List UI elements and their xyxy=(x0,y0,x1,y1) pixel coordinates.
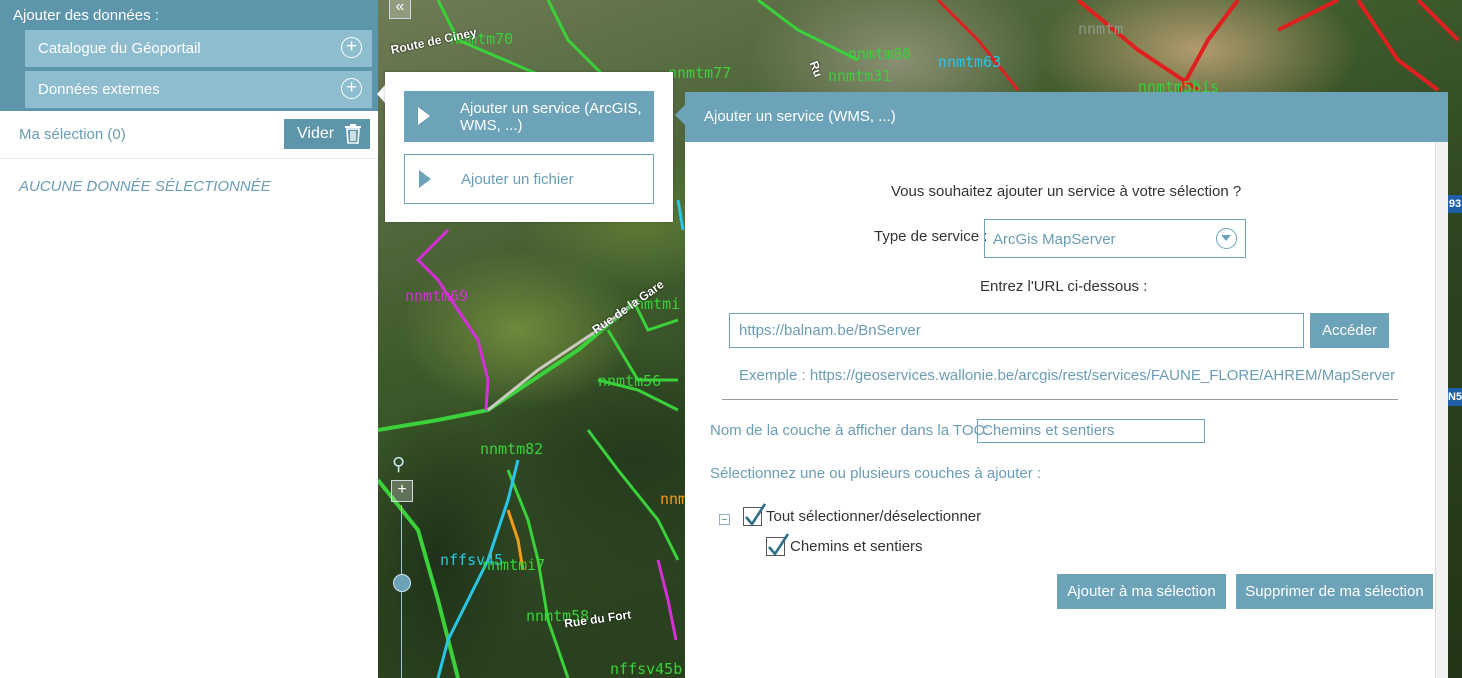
add-file-option[interactable]: Ajouter un fichier xyxy=(404,154,654,204)
url-prompt: Entrez l'URL ci-dessous : xyxy=(980,278,1148,295)
selection-count: Ma sélection (0) xyxy=(19,126,126,143)
trail-label: nnmtmi7 xyxy=(482,556,546,574)
add-data-section: Ajouter des données : Catalogue du Géopo… xyxy=(0,0,378,111)
trail-label: nnmtm56 xyxy=(598,372,662,390)
dialog-title: Ajouter un service (WMS, ...) xyxy=(685,92,1448,142)
plus-circle-icon[interactable]: + xyxy=(341,78,362,99)
road-badge: N5 xyxy=(1448,388,1462,406)
url-input[interactable]: https://balnam.be/BnServer xyxy=(729,313,1304,348)
checkmark-icon xyxy=(745,503,767,527)
trash-icon xyxy=(345,124,361,144)
plus-circle-icon[interactable]: + xyxy=(341,37,362,58)
trail-label: nnmtm80 xyxy=(848,45,912,63)
left-panel: Ajouter des données : Catalogue du Géopo… xyxy=(0,0,378,678)
toc-name-label: Nom de la couche à afficher dans la TOC: xyxy=(710,422,989,439)
add-to-selection-button[interactable]: Ajouter à ma sélection xyxy=(1057,574,1226,609)
toc-name-input[interactable]: Chemins et sentiers xyxy=(977,419,1205,443)
layers-prompt: Sélectionnez une ou plusieurs couches à … xyxy=(710,465,1042,482)
add-data-title: Ajouter des données : xyxy=(13,7,159,24)
trail-label: nnmtm xyxy=(1078,20,1124,38)
layer-label: Chemins et sentiers xyxy=(790,538,923,555)
trail-label: nffsv45b xyxy=(610,660,683,678)
zoom-slider-handle[interactable] xyxy=(393,574,411,592)
zoom-in-button[interactable]: + xyxy=(391,480,413,502)
url-input-value: https://balnam.be/BnServer xyxy=(739,322,921,339)
add-service-dialog: Ajouter un service (WMS, ...) Vous souha… xyxy=(685,92,1448,678)
service-type-value: ArcGis MapServer xyxy=(993,231,1116,248)
select-all-checkbox[interactable] xyxy=(743,503,767,527)
catalog-item-label: Catalogue du Géoportail xyxy=(38,40,201,57)
dialog-question: Vous souhaitez ajouter un service à votr… xyxy=(891,183,1242,200)
divider xyxy=(722,399,1398,400)
go-button[interactable]: Accéder xyxy=(1310,313,1389,348)
external-data-item-label: Données externes xyxy=(38,81,160,98)
trail-label: nnmtm69 xyxy=(405,287,469,305)
remove-from-selection-button[interactable]: Supprimer de ma sélection xyxy=(1236,574,1433,609)
play-icon xyxy=(418,107,430,125)
checkmark-icon xyxy=(768,533,790,557)
zoom-search-icon[interactable]: ⚲ xyxy=(392,454,405,475)
url-example: Exemple : https://geoservices.wallonie.b… xyxy=(739,367,1396,384)
divider xyxy=(0,158,378,159)
trail-label: nnmtm77 xyxy=(668,64,732,82)
layer-checkbox[interactable] xyxy=(766,533,790,557)
trail-label: nnmtm63 xyxy=(938,53,1002,71)
collapse-panel-button[interactable]: « xyxy=(389,0,411,19)
add-service-label: Ajouter un service (ArcGIS, WMS, ...) xyxy=(460,100,642,134)
service-type-select[interactable]: ArcGis MapServer xyxy=(984,219,1246,258)
add-service-option[interactable]: Ajouter un service (ArcGIS, WMS, ...) xyxy=(404,91,654,142)
toc-name-value: Chemins et sentiers xyxy=(982,422,1115,439)
select-all-label: Tout sélectionner/déselectionner xyxy=(766,508,982,525)
clear-button-label: Vider xyxy=(297,125,335,142)
trail-label: nnm xyxy=(660,490,688,508)
catalog-item[interactable]: Catalogue du Géoportail + xyxy=(25,30,372,67)
external-data-item[interactable]: Données externes + xyxy=(25,71,372,108)
collapse-tree-icon[interactable] xyxy=(719,514,730,525)
play-icon xyxy=(419,170,431,188)
add-external-menu: Ajouter un service (ArcGIS, WMS, ...) Aj… xyxy=(385,72,673,222)
chevron-down-icon[interactable] xyxy=(1216,228,1237,249)
dialog-scrollbar[interactable] xyxy=(1435,142,1448,678)
trail-label: nnmtm82 xyxy=(480,440,544,458)
dialog-arrow xyxy=(675,105,685,125)
clear-button[interactable]: Vider xyxy=(284,119,370,149)
trail-label: nnmtm31 xyxy=(828,67,892,85)
road-badge: 93 xyxy=(1448,195,1462,213)
service-type-label: Type de service : xyxy=(874,228,988,245)
add-file-label: Ajouter un fichier xyxy=(461,171,574,188)
empty-selection-message: AUCUNE DONNÉE SÉLECTIONNÉE xyxy=(19,178,271,195)
